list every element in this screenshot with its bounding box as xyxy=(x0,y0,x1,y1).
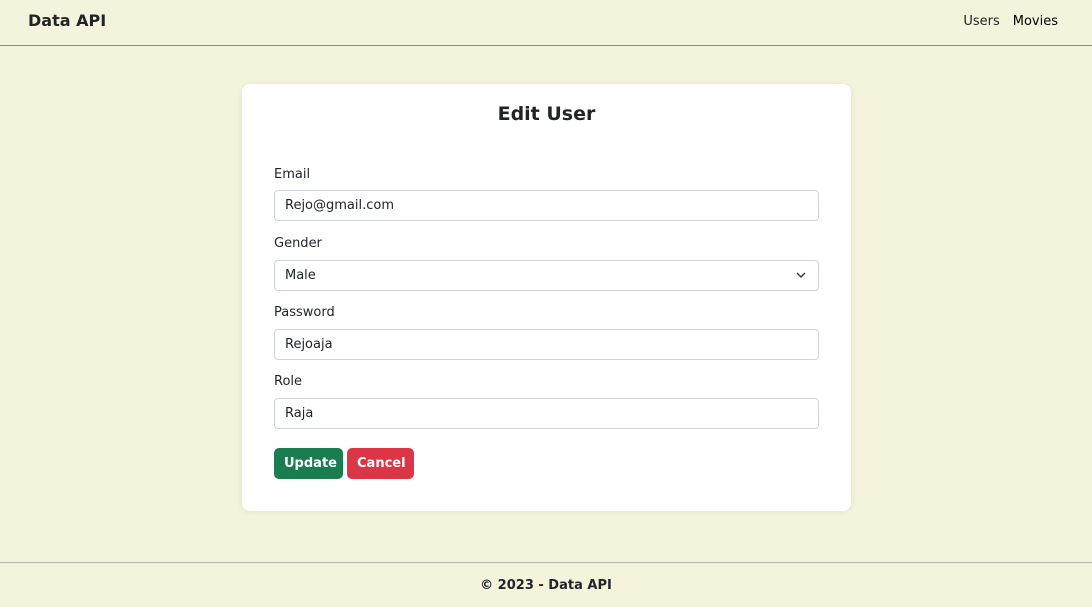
email-value: Rejo@gmail.com xyxy=(285,198,395,213)
nav-link-movies[interactable]: Movies xyxy=(1013,14,1058,29)
role-field[interactable]: Raja xyxy=(274,398,819,429)
password-field[interactable]: Rejoaja xyxy=(274,329,819,360)
password-label: Password xyxy=(274,305,335,320)
footer: © 2023 - Data API xyxy=(0,562,1092,607)
nav-links: Users Movies xyxy=(963,14,1058,29)
brand-logo[interactable]: Data API xyxy=(28,11,106,30)
role-label: Role xyxy=(274,374,303,389)
gender-label: Gender xyxy=(274,236,322,251)
navbar: Data API Users Movies xyxy=(0,0,1092,46)
gender-select[interactable]: Male xyxy=(274,260,819,291)
password-value: Rejoaja xyxy=(285,337,333,352)
edit-user-card: Edit User Email Rejo@gmail.com Gender Ma… xyxy=(242,84,851,511)
email-field[interactable]: Rejo@gmail.com xyxy=(274,190,819,221)
chevron-down-icon xyxy=(796,272,806,278)
email-label: Email xyxy=(274,167,311,182)
page-title: Edit User xyxy=(497,103,596,125)
role-value: Raja xyxy=(285,406,314,421)
nav-link-users[interactable]: Users xyxy=(963,14,999,29)
update-button[interactable]: Update xyxy=(274,448,343,479)
cancel-button[interactable]: Cancel xyxy=(347,448,414,479)
gender-value: Male xyxy=(285,268,316,283)
footer-text: © 2023 - Data API xyxy=(480,578,612,593)
